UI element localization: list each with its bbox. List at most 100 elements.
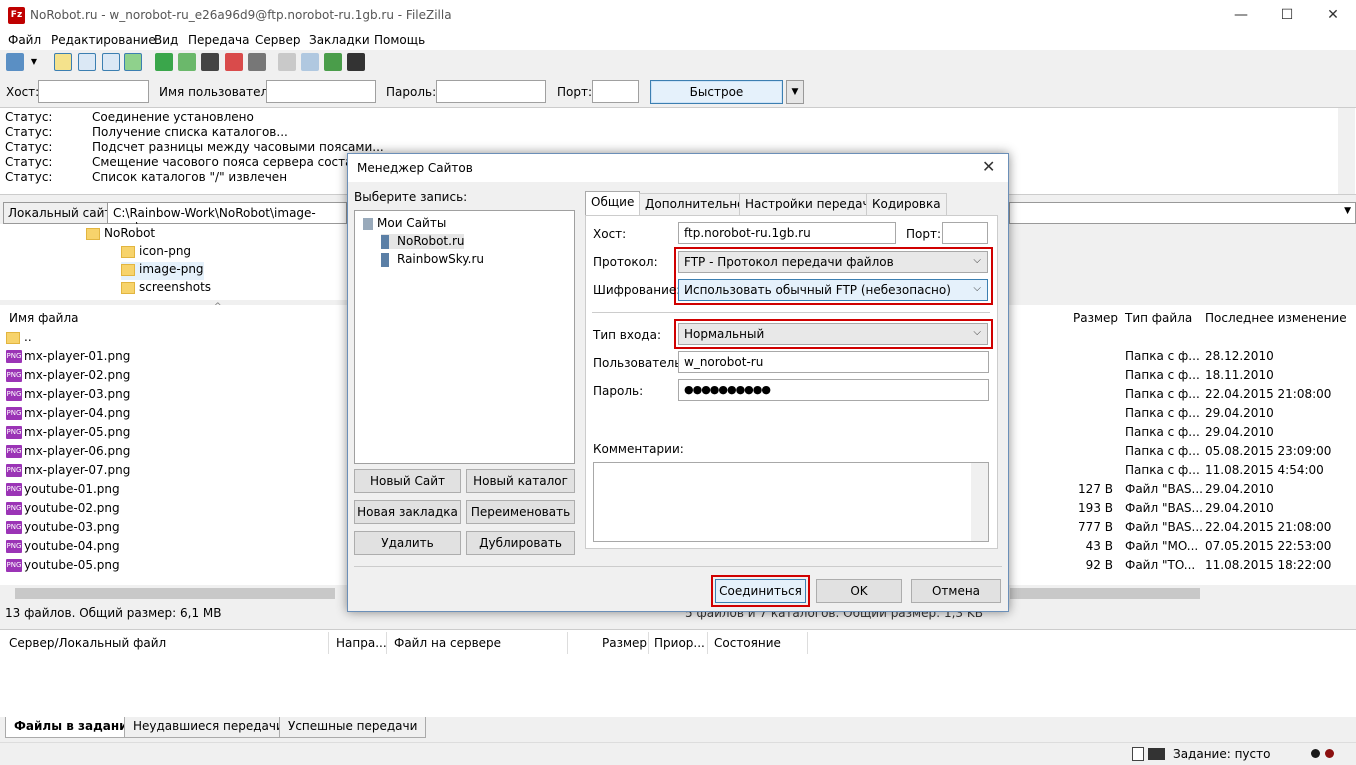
maximize-button[interactable]: ☐ xyxy=(1264,0,1310,32)
chevron-down-icon[interactable]: ▼ xyxy=(1344,206,1351,216)
tab-successful-transfers[interactable]: Успешные передачи xyxy=(279,717,427,738)
queue-header-remote[interactable]: Файл на сервере xyxy=(394,636,501,650)
scrollbar-thumb[interactable] xyxy=(15,588,335,599)
protocol-select[interactable]: FTP - Протокол передачи файлов ⌵ xyxy=(678,251,988,273)
menu-edit[interactable]: Редактирование xyxy=(51,33,156,47)
refresh-icon[interactable] xyxy=(155,53,173,71)
quick-password-input[interactable] xyxy=(436,80,546,103)
queue-header-status[interactable]: Состояние xyxy=(714,636,781,650)
quickconnect-dropdown-icon[interactable]: ▼ xyxy=(786,80,804,104)
list-item[interactable]: PNG youtube-02.png xyxy=(6,501,336,520)
quickconnect-button[interactable]: Быстрое соединение xyxy=(650,80,783,121)
tree-item-screenshots[interactable]: screenshots xyxy=(121,280,211,298)
encryption-select[interactable]: Использовать обычный FTP (небезопасно) ⌵ xyxy=(678,279,988,301)
menu-bookmarks[interactable]: Закладки xyxy=(309,33,370,47)
table-row[interactable]: Папка с ф... 11.08.2015 4:54:00 xyxy=(1020,463,1356,482)
quick-port-input[interactable] xyxy=(592,80,639,103)
list-item[interactable]: PNG mx-player-07.png xyxy=(6,463,336,482)
log-scrollbar[interactable] xyxy=(1338,108,1355,194)
process-queue-icon[interactable] xyxy=(178,53,196,71)
tab-failed-transfers[interactable]: Неудавшиеся передачи xyxy=(124,717,293,738)
cancel-button[interactable]: Отмена xyxy=(911,579,1001,603)
table-row[interactable]: Папка с ф... 28.12.2010 xyxy=(1020,349,1356,368)
tree-item-my-sites[interactable]: Мои Сайты xyxy=(363,216,446,230)
logon-type-select[interactable]: Нормальный ⌵ xyxy=(678,323,988,345)
remote-path-input[interactable]: ▼ xyxy=(1009,202,1356,224)
queue-header-priority[interactable]: Приор... xyxy=(654,636,705,650)
table-row[interactable]: Папка с ф... 22.04.2015 21:08:00 xyxy=(1020,387,1356,406)
tab-charset[interactable]: Кодировка xyxy=(866,193,947,215)
new-site-button[interactable]: Новый Сайт xyxy=(354,469,461,493)
queue-header-size[interactable]: Размер xyxy=(602,636,647,650)
site-item-rainbowsky[interactable]: RainbowSky.ru xyxy=(381,252,484,267)
table-row[interactable]: Папка с ф... 18.11.2010 xyxy=(1020,368,1356,387)
table-row[interactable]: Папка с ф... 05.08.2015 23:09:00 xyxy=(1020,444,1356,463)
compare-directories-icon[interactable] xyxy=(301,53,319,71)
scrollbar-thumb[interactable] xyxy=(1010,588,1200,599)
reconnect-icon[interactable] xyxy=(248,53,266,71)
menu-file[interactable]: Файл xyxy=(8,33,41,47)
table-row[interactable]: 777 B Файл "BAS... 22.04.2015 21:08:00 xyxy=(1020,520,1356,539)
rename-button[interactable]: Переименовать xyxy=(466,500,575,524)
list-item[interactable]: PNG mx-player-02.png xyxy=(6,368,336,387)
list-item[interactable]: PNG mx-player-04.png xyxy=(6,406,336,425)
minimize-button[interactable]: — xyxy=(1218,0,1264,32)
port-input[interactable] xyxy=(942,222,988,244)
menu-server[interactable]: Сервер xyxy=(255,33,300,47)
menu-view[interactable]: Вид xyxy=(154,33,178,47)
list-item[interactable]: .. xyxy=(6,330,336,349)
modified-column-header[interactable]: Последнее изменение xyxy=(1205,311,1347,325)
disconnect-icon[interactable] xyxy=(225,53,243,71)
password-input[interactable]: ●●●●●●●●●● xyxy=(678,379,989,401)
table-row[interactable]: 193 B Файл "BAS... 29.04.2010 xyxy=(1020,501,1356,520)
list-item[interactable]: PNG mx-player-06.png xyxy=(6,444,336,463)
speed-limit-icon[interactable] xyxy=(1148,748,1165,760)
tree-item-norobot[interactable]: NoRobot xyxy=(86,226,155,244)
close-button[interactable]: ✕ xyxy=(1310,0,1356,32)
ok-button[interactable]: OK xyxy=(816,579,902,603)
list-item[interactable]: PNG mx-player-01.png xyxy=(6,349,336,368)
site-manager-icon[interactable] xyxy=(6,53,24,71)
comments-textarea[interactable] xyxy=(593,462,989,542)
size-column-header[interactable]: Размер xyxy=(1073,311,1118,325)
remote-tree-toggle-icon[interactable] xyxy=(102,53,120,71)
duplicate-button[interactable]: Дублировать xyxy=(466,531,575,555)
table-row[interactable]: 43 B Файл "MO... 07.05.2015 22:53:00 xyxy=(1020,539,1356,558)
menu-help[interactable]: Помощь xyxy=(374,33,425,47)
host-input[interactable]: ftp.norobot-ru.1gb.ru xyxy=(678,222,896,244)
list-item[interactable]: PNG youtube-01.png xyxy=(6,482,336,501)
filename-column-header[interactable]: Имя файла xyxy=(9,311,79,325)
new-folder-button[interactable]: Новый каталог xyxy=(466,469,575,493)
site-item-norobot[interactable]: NoRobot.ru xyxy=(381,234,465,249)
list-item[interactable]: PNG mx-player-03.png xyxy=(6,387,336,406)
queue-header-local[interactable]: Сервер/Локальный файл xyxy=(9,636,166,650)
tree-item-icon-png[interactable]: icon-png xyxy=(121,244,191,262)
new-bookmark-button[interactable]: Новая закладка xyxy=(354,500,461,524)
menu-transfer[interactable]: Передача xyxy=(188,33,250,47)
message-log-toggle-icon[interactable] xyxy=(54,53,72,71)
local-tree-toggle-icon[interactable] xyxy=(78,53,96,71)
list-item[interactable]: PNG youtube-05.png xyxy=(6,558,336,577)
comments-scrollbar[interactable] xyxy=(971,463,988,541)
queue-toggle-icon[interactable] xyxy=(124,53,142,71)
table-row[interactable]: Папка с ф... 29.04.2010 xyxy=(1020,425,1356,444)
list-item[interactable]: PNG youtube-04.png xyxy=(6,539,336,558)
directory-listing-filter-icon[interactable] xyxy=(278,53,296,71)
delete-button[interactable]: Удалить xyxy=(354,531,461,555)
table-row[interactable]: Папка с ф... 29.04.2010 xyxy=(1020,406,1356,425)
local-path-input[interactable]: C:\Rainbow-Work\NoRobot\image-png\ xyxy=(107,202,347,234)
tree-item-image-png[interactable]: image-png xyxy=(121,262,204,280)
cancel-operation-icon[interactable] xyxy=(201,53,219,71)
sync-browsing-icon[interactable] xyxy=(324,53,342,71)
tab-transfer-settings[interactable]: Настройки передачи xyxy=(739,193,884,215)
table-row[interactable]: 127 B Файл "BAS... 29.04.2010 xyxy=(1020,482,1356,501)
tab-general[interactable]: Общие xyxy=(585,191,641,216)
dropdown-arrow-icon[interactable]: ▼ xyxy=(28,53,40,71)
quick-host-input[interactable] xyxy=(38,80,149,103)
transfer-type-icon[interactable] xyxy=(1132,747,1144,761)
connect-button[interactable]: Соединиться xyxy=(715,579,806,603)
quick-username-input[interactable] xyxy=(266,80,376,103)
user-input[interactable]: w_norobot-ru xyxy=(678,351,989,373)
tab-advanced[interactable]: Дополнительно xyxy=(639,193,751,215)
close-icon[interactable]: ✕ xyxy=(982,157,995,176)
